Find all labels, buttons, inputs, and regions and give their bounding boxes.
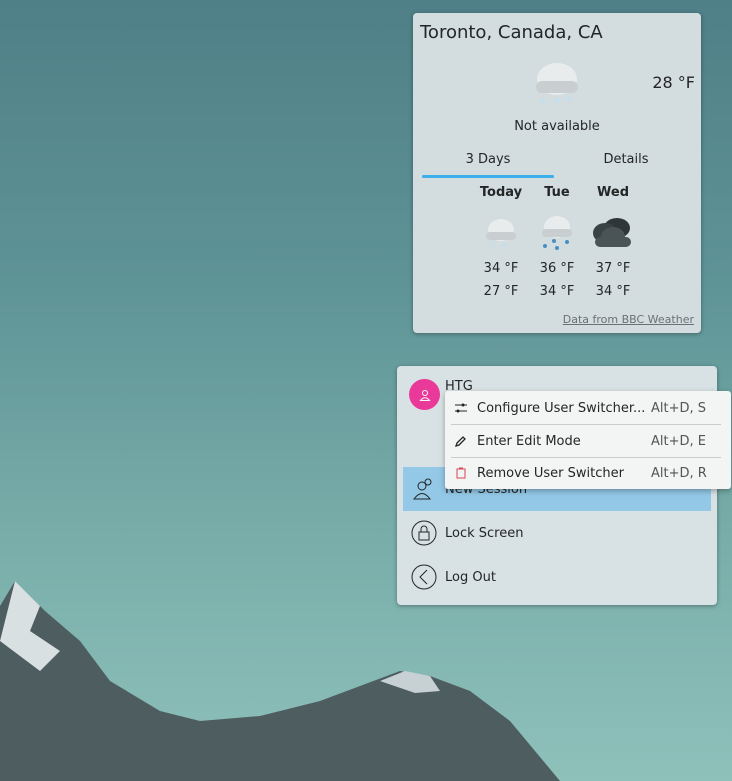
forecast-day: Tue 36 °F 34 °F [532,185,582,307]
log-out-icon [411,564,437,590]
configure-icon [455,403,467,413]
avatar[interactable] [409,379,440,410]
menu-item-label: Enter Edit Mode [477,433,581,449]
shortcut: Alt+D, R [651,465,707,481]
menu-item-label: Remove User Switcher [477,465,624,481]
trash-icon [456,467,466,479]
pencil-icon [455,436,466,447]
menu-item-edit-mode[interactable]: Enter Edit Mode Alt+D, E [445,426,731,456]
forecast-day: Wed 37 °F 34 °F [588,185,638,307]
new-session-icon [413,478,432,500]
day-name: Today [479,185,523,200]
shortcut: Alt+D, E [651,433,706,449]
user-icon [418,389,431,401]
separator [451,424,721,425]
active-tab-indicator [422,175,554,178]
low-temp: 34 °F [539,284,575,299]
tab-details[interactable]: Details [560,152,692,167]
menu-item-label: Configure User Switcher... [477,400,646,416]
high-temp: 37 °F [595,261,631,276]
shortcut: Alt+D, S [651,400,707,416]
log-out-button[interactable]: Log Out [403,555,711,599]
day-name: Tue [544,185,570,200]
item-label: Log Out [445,569,496,585]
forecast-day: Today 34 °F 27 °F [476,185,526,307]
mountain-wallpaper [0,581,560,781]
overcast-icon [593,218,631,247]
menu-item-remove[interactable]: Remove User Switcher Alt+D, R [445,458,731,488]
day-name: Wed [597,185,629,200]
menu-item-configure[interactable]: Configure User Switcher... Alt+D, S [445,393,731,423]
light-snow-icon [486,219,516,247]
condition-text: Not available [514,119,600,134]
context-menu: Configure User Switcher... Alt+D, S Ente… [445,391,731,489]
lock-icon [411,520,437,546]
low-temp: 34 °F [595,284,631,299]
snow-icon [542,216,572,250]
high-temp: 34 °F [483,261,519,276]
low-temp: 27 °F [483,284,519,299]
light-snow-icon [536,63,578,103]
weather-widget: Toronto, Canada, CA 28 °F Not available … [413,13,701,333]
high-temp: 36 °F [539,261,575,276]
bbc-weather-link[interactable]: Data from BBC Weather [563,313,694,326]
current-temperature: 28 °F [652,73,695,92]
tab-3-days[interactable]: 3 Days [422,152,554,167]
location-title: Toronto, Canada, CA [420,22,603,43]
item-label: Lock Screen [445,525,524,541]
lock-screen-button[interactable]: Lock Screen [403,511,711,555]
